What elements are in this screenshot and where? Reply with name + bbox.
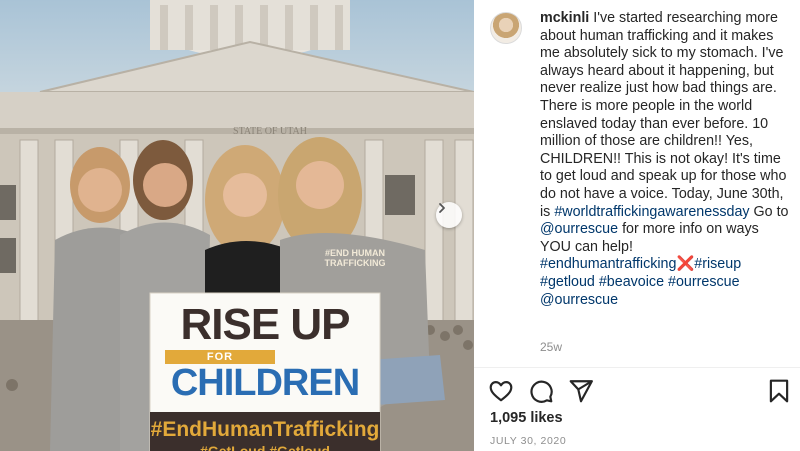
post-date: JULY 30, 2020 (490, 435, 567, 447)
comment-button[interactable] (528, 378, 554, 404)
bookmark-icon (769, 379, 789, 403)
post-caption: mckinli I've started researching more ab… (540, 10, 792, 309)
paper-plane-icon (569, 380, 593, 403)
post-age[interactable]: 25w (540, 340, 562, 354)
sign-rise-up: RISE UP (180, 300, 350, 349)
avatar[interactable] (490, 12, 522, 44)
post-photo[interactable]: STATE OF UTAH RISE UP FOR CHILDREN #EndH… (0, 0, 474, 451)
caption-text: I've started researching more about huma… (540, 10, 787, 220)
mention-link[interactable]: @ourrescue (540, 221, 618, 237)
hashtag-link[interactable]: #getloud (540, 274, 595, 290)
post-details-panel: mckinli I've started researching more ab… (474, 0, 800, 451)
next-photo-button[interactable] (436, 202, 462, 228)
caption-text: Go to (749, 203, 789, 220)
caption-username[interactable]: mckinli (540, 10, 589, 26)
hashtag-link[interactable]: #riseup (694, 256, 741, 272)
hashtag-link[interactable]: #endhumantrafficking (540, 256, 676, 272)
action-bar (474, 367, 800, 415)
sign-hashtag-lower: #GetLoud #Getloud (200, 443, 330, 451)
hashtag-link[interactable]: #ourrescue (668, 274, 740, 290)
sign-children: CHILDREN (170, 362, 360, 404)
comment-bubble-icon (530, 380, 553, 403)
mention-link[interactable]: @ourrescue (540, 292, 618, 308)
shirt-text: #END HUMAN TRAFFICKING (324, 248, 386, 268)
hashtag-link[interactable]: #beavoice (599, 274, 664, 290)
share-button[interactable] (568, 378, 594, 404)
hashtag-link[interactable]: #worldtraffickingawarenessday (554, 204, 749, 220)
like-count[interactable]: 1,095 likes (490, 410, 563, 426)
save-button[interactable] (766, 378, 792, 404)
cross-mark-emoji: ❌ (676, 256, 695, 273)
heart-icon (489, 381, 513, 402)
like-button[interactable] (488, 378, 514, 404)
chevron-right-icon (439, 203, 445, 213)
sign-hashtag: #EndHumanTrafficking (150, 418, 380, 441)
